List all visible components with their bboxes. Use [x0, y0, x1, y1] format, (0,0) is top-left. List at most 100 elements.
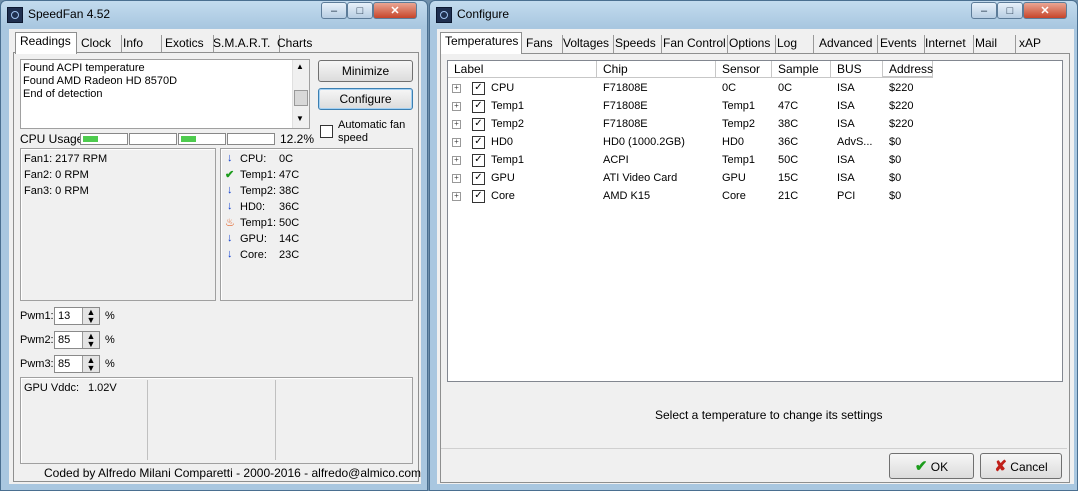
configure-titlebar[interactable]: Configure – □ ✕	[430, 1, 1077, 29]
expand-icon[interactable]: +	[452, 174, 461, 183]
tab-fans[interactable]: Fans	[522, 35, 563, 53]
row-sensor: GPU	[722, 172, 746, 184]
tree-row[interactable]: + ✓ GPU ATI Video Card GPU 15C ISA $0	[448, 170, 1048, 188]
minimize-button[interactable]: Minimize	[318, 60, 413, 82]
pwm2-spinner[interactable]: 85 ▲ ▼	[54, 331, 100, 349]
tab-smart[interactable]: S.M.A.R.T.	[209, 35, 280, 53]
temp-name: HD0:	[240, 201, 266, 213]
row-chip: ATI Video Card	[603, 172, 678, 184]
expand-icon[interactable]: +	[452, 102, 461, 111]
expand-icon[interactable]: +	[452, 84, 461, 93]
tab-clock[interactable]: Clock	[77, 35, 122, 53]
minimize-window-button[interactable]: –	[971, 2, 997, 19]
pwm2-value: 85	[58, 334, 71, 346]
tree-row[interactable]: + ✓ Core AMD K15 Core 21C PCI $0	[448, 188, 1048, 206]
enable-checkbox[interactable]: ✓	[472, 136, 485, 149]
enable-checkbox[interactable]: ✓	[472, 190, 485, 203]
sensor-tree[interactable]: Label Chip Sensor Sample BUS Address + ✓…	[447, 60, 1063, 382]
temp-row: ↓ Temp2: 38C	[225, 184, 405, 199]
row-address: $0	[889, 172, 902, 184]
row-sample: 50C	[778, 154, 799, 166]
pwm1-value: 13	[58, 310, 71, 322]
row-label: Core	[491, 190, 515, 202]
tab-exotics[interactable]: Exotics	[161, 35, 214, 53]
column-header-label[interactable]: Label	[448, 61, 597, 77]
log-scrollbar[interactable]: ▲ ▼	[292, 60, 309, 128]
spinner-arrows-icon[interactable]: ▲ ▼	[82, 332, 99, 349]
auto-fan-label[interactable]: Automatic fan speed	[338, 119, 412, 145]
tab-charts[interactable]: Charts	[273, 35, 321, 53]
enable-checkbox[interactable]: ✓	[472, 82, 485, 95]
row-bus: ISA	[837, 82, 855, 94]
tab-voltages[interactable]: Voltages	[559, 35, 614, 53]
footer-credit: Coded by Alfredo Milani Comparetti - 200…	[44, 466, 422, 480]
tab-readings[interactable]: Readings	[15, 32, 77, 54]
speedfan-titlebar[interactable]: SpeedFan 4.52 – □ ✕	[1, 1, 427, 29]
tab-fan-control[interactable]: Fan Control	[659, 35, 728, 53]
tab-mail[interactable]: Mail	[971, 35, 1016, 53]
tree-row[interactable]: + ✓ Temp2 F71808E Temp2 38C ISA $220	[448, 116, 1048, 134]
row-bus: ISA	[837, 172, 855, 184]
arrow-down-icon: ↓	[227, 200, 233, 212]
enable-checkbox[interactable]: ✓	[472, 154, 485, 167]
cancel-button[interactable]: ✘ Cancel	[980, 453, 1062, 479]
close-window-button[interactable]: ✕	[373, 2, 417, 19]
row-bus: AdvS...	[837, 136, 873, 148]
detection-log[interactable]: Found ACPI temperature Found AMD Radeon …	[20, 59, 310, 129]
close-window-button[interactable]: ✕	[1023, 2, 1067, 19]
row-address: $0	[889, 154, 902, 166]
tab-info[interactable]: Info	[119, 35, 162, 53]
fan-reading: Fan3: 0 RPM	[24, 185, 89, 197]
pwm1-unit: %	[105, 310, 115, 322]
tab-temperatures[interactable]: Temperatures	[440, 32, 522, 54]
expand-icon[interactable]: +	[452, 192, 461, 201]
tab-internet[interactable]: Internet	[921, 35, 974, 53]
minimize-window-button[interactable]: –	[321, 2, 347, 19]
column-header-address[interactable]: Address	[883, 61, 933, 77]
pwm3-spinner[interactable]: 85 ▲ ▼	[54, 355, 100, 373]
auto-fan-checkbox[interactable]	[320, 125, 333, 138]
tab-advanced[interactable]: Advanced	[815, 35, 878, 53]
tab-events[interactable]: Events	[876, 35, 925, 53]
spinner-arrows-icon[interactable]: ▲ ▼	[82, 356, 99, 373]
expand-icon[interactable]: +	[452, 138, 461, 147]
tree-row[interactable]: + ✓ Temp1 ACPI Temp1 50C ISA $0	[448, 152, 1048, 170]
scroll-thumb[interactable]	[294, 90, 308, 106]
temp-value: 50C	[279, 217, 300, 229]
ok-button[interactable]: ✔ OK	[889, 453, 974, 479]
gpu-vddc-label: GPU Vddc:	[24, 382, 80, 394]
enable-checkbox[interactable]: ✓	[472, 118, 485, 131]
expand-icon[interactable]: +	[452, 120, 461, 129]
temp-name: Temp1:	[240, 169, 277, 181]
scroll-down-icon[interactable]: ▼	[296, 114, 304, 123]
row-sensor: Temp1	[722, 100, 756, 112]
selection-hint: Select a temperature to change its setti…	[655, 408, 883, 422]
column-divider	[147, 380, 148, 460]
expand-icon[interactable]: +	[452, 156, 461, 165]
maximize-window-button[interactable]: □	[347, 2, 373, 19]
tab-log[interactable]: Log	[773, 35, 814, 53]
tree-row[interactable]: + ✓ Temp1 F71808E Temp1 47C ISA $220	[448, 98, 1048, 116]
column-header-sensor[interactable]: Sensor	[716, 61, 772, 77]
scroll-up-icon[interactable]: ▲	[296, 62, 304, 71]
ok-label: OK	[930, 460, 949, 474]
column-header-bus[interactable]: BUS	[831, 61, 883, 77]
enable-checkbox[interactable]: ✓	[472, 100, 485, 113]
spinner-arrows-icon[interactable]: ▲ ▼	[82, 308, 99, 325]
temp-row: ↓ HD0: 36C	[225, 200, 405, 215]
row-bus: PCI	[837, 190, 856, 202]
tab-speeds[interactable]: Speeds	[611, 35, 662, 53]
enable-checkbox[interactable]: ✓	[472, 172, 485, 185]
tab-xap[interactable]: xAP	[1015, 35, 1053, 53]
pwm1-spinner[interactable]: 13 ▲ ▼	[54, 307, 100, 325]
configure-button[interactable]: Configure	[318, 88, 413, 110]
tree-row[interactable]: + ✓ HD0 HD0 (1000.2GB) HD0 36C AdvS... $…	[448, 134, 1048, 152]
maximize-window-button[interactable]: □	[997, 2, 1023, 19]
configure-app-icon	[436, 7, 452, 23]
column-header-chip[interactable]: Chip	[597, 61, 716, 77]
tree-row[interactable]: + ✓ CPU F71808E 0C 0C ISA $220	[448, 80, 1048, 98]
column-header-sample[interactable]: Sample	[772, 61, 831, 77]
temperatures-panel: Label Chip Sensor Sample BUS Address + ✓…	[440, 53, 1070, 483]
tab-options[interactable]: Options	[725, 35, 776, 53]
arrow-down-icon: ↓	[227, 232, 233, 244]
